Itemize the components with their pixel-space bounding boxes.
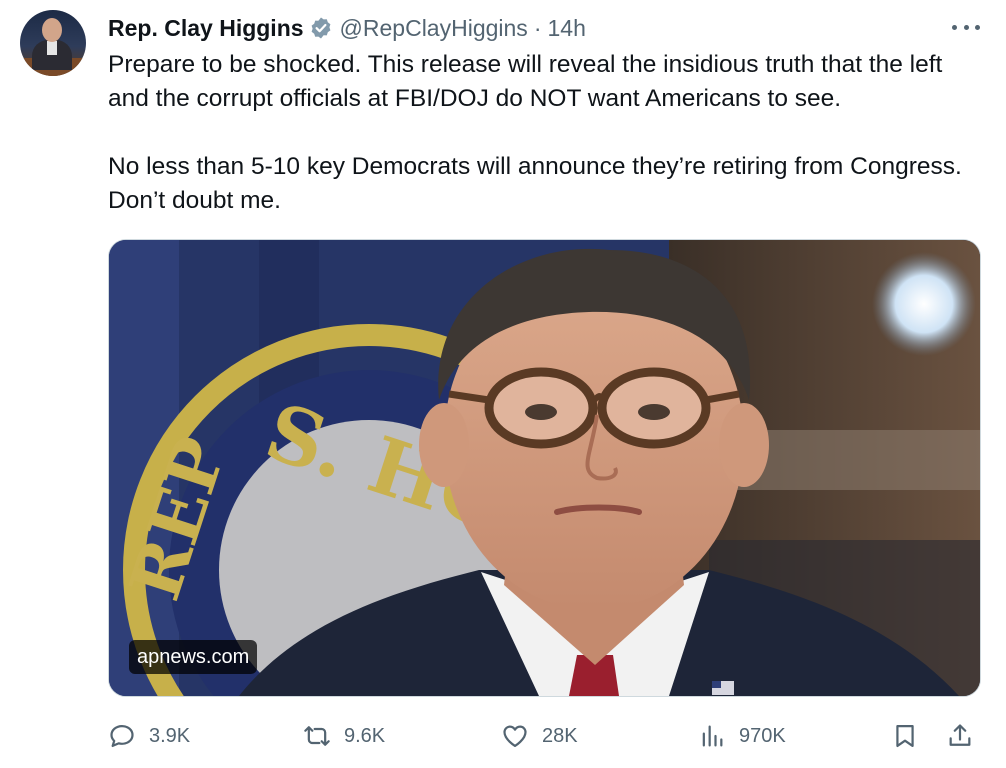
share-button[interactable] xyxy=(946,718,974,754)
views-count: 970K xyxy=(739,724,786,747)
reply-button[interactable]: 3.9K xyxy=(108,718,190,754)
tweet-header: Rep. Clay Higgins @RepClayHiggins · 14h xyxy=(108,13,586,43)
reply-count: 3.9K xyxy=(149,724,191,747)
more-dot xyxy=(952,24,957,30)
tweet-media-image[interactable]: S. HO REP apnews.com xyxy=(108,239,981,697)
avatar-shirt xyxy=(47,41,57,55)
verified-badge-icon[interactable] xyxy=(309,16,333,40)
share-upload-icon xyxy=(949,724,971,746)
tweet-text: Prepare to be shocked. This release will… xyxy=(108,48,988,218)
more-dots-icon[interactable] xyxy=(952,20,980,34)
news-photo: S. HO REP xyxy=(109,240,980,696)
like-button[interactable]: 28K xyxy=(501,718,578,754)
more-dot xyxy=(963,24,969,30)
bar-chart-icon xyxy=(702,725,723,747)
repost-button[interactable]: 9.6K xyxy=(303,718,385,754)
avatar-head xyxy=(42,18,62,42)
bookmark-button[interactable] xyxy=(891,718,919,754)
author-handle[interactable]: @RepClayHiggins xyxy=(340,15,528,42)
tweet-paragraph: Prepare to be shocked. This release will… xyxy=(108,51,943,112)
header-separator: · xyxy=(533,14,542,41)
tweet-card: Rep. Clay Higgins @RepClayHiggins · 14h … xyxy=(0,0,1006,768)
tweet-paragraph: No less than 5-10 key Democrats will ann… xyxy=(108,153,962,214)
speech-bubble-icon xyxy=(110,724,134,748)
tweet-actions-bar: 3.9K 9.6K 28K 970K xyxy=(108,718,988,754)
author-display-name[interactable]: Rep. Clay Higgins xyxy=(108,15,304,42)
more-dot xyxy=(975,24,980,30)
repost-arrows-icon xyxy=(304,726,330,746)
bookmark-icon xyxy=(896,724,914,748)
heart-icon xyxy=(503,725,527,748)
like-count: 28K xyxy=(542,724,578,747)
repost-count: 9.6K xyxy=(344,724,386,747)
media-source-badge[interactable]: apnews.com xyxy=(129,640,258,674)
avatar[interactable] xyxy=(20,10,86,76)
views-button[interactable]: 970K xyxy=(698,718,786,754)
tweet-timestamp[interactable]: 14h xyxy=(547,15,585,42)
